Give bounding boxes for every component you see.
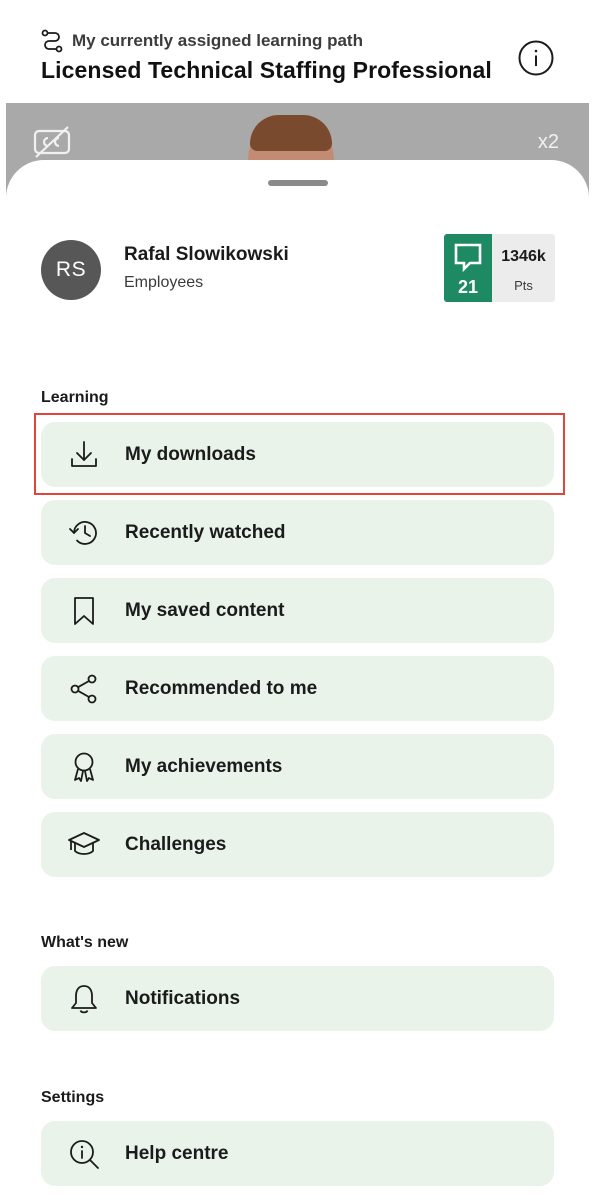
bookmark-icon [67, 594, 101, 628]
captions-off-icon[interactable] [32, 125, 72, 159]
history-icon [67, 516, 101, 550]
video-frame-hair [250, 115, 332, 151]
menu-item-notifications[interactable]: Notifications [41, 966, 554, 1031]
download-icon [67, 438, 101, 472]
user-name: Rafal Slowikowski [124, 244, 289, 265]
menu-label-help-centre: Help centre [125, 1142, 229, 1164]
points-badge[interactable]: 21 1346k Pts [444, 234, 555, 302]
menu-item-my-achievements[interactable]: My achievements [41, 734, 554, 799]
comment-count: 21 [457, 277, 479, 297]
route-icon [41, 29, 63, 53]
menu-label-notifications: Notifications [125, 987, 241, 1009]
menu-item-my-downloads[interactable]: My downloads [41, 422, 554, 487]
award-icon [67, 750, 101, 784]
points-label: Pts [514, 278, 533, 293]
help-search-icon [67, 1137, 101, 1171]
learning-path-label: My currently assigned learning path [72, 31, 363, 50]
section-learning: Learning [41, 389, 109, 406]
menu-item-challenges[interactable]: Challenges [41, 812, 554, 877]
menu-label-my-achievements: My achievements [125, 755, 283, 777]
user-role: Employees [124, 274, 204, 291]
menu-item-help-centre[interactable]: Help centre [41, 1121, 554, 1186]
avatar: RS [41, 240, 101, 300]
comment-icon [454, 243, 482, 272]
playback-speed[interactable]: x2 [538, 131, 559, 154]
section-settings: Settings [41, 1089, 105, 1106]
menu-label-my-saved-content: My saved content [125, 599, 285, 621]
graduation-cap-icon [67, 828, 101, 862]
comment-count-block: 21 [444, 234, 492, 302]
menu-item-recommended-to-me[interactable]: Recommended to me [41, 656, 554, 721]
learning-path-title[interactable]: Licensed Technical Staffing Professional [41, 57, 492, 84]
menu-label-challenges: Challenges [125, 833, 227, 855]
points-value: 1346k [501, 248, 546, 265]
learning-path-row: My currently assigned learning path [40, 29, 363, 53]
profile-sheet: RS Rafal Slowikowski Employees 21 1346k … [6, 160, 589, 1200]
sheet-grabber[interactable] [268, 180, 328, 186]
share-icon [67, 672, 101, 706]
section-whats-new: What's new [41, 934, 129, 951]
menu-item-recently-watched[interactable]: Recently watched [41, 500, 554, 565]
bell-icon [67, 982, 101, 1016]
points-block: 1346k Pts [492, 234, 555, 302]
info-icon[interactable] [518, 40, 554, 76]
menu-label-recommended-to-me: Recommended to me [125, 677, 318, 699]
menu-label-my-downloads: My downloads [125, 443, 256, 465]
menu-label-recently-watched: Recently watched [125, 521, 286, 543]
menu-item-my-saved-content[interactable]: My saved content [41, 578, 554, 643]
header: My currently assigned learning path Lice… [0, 0, 598, 103]
